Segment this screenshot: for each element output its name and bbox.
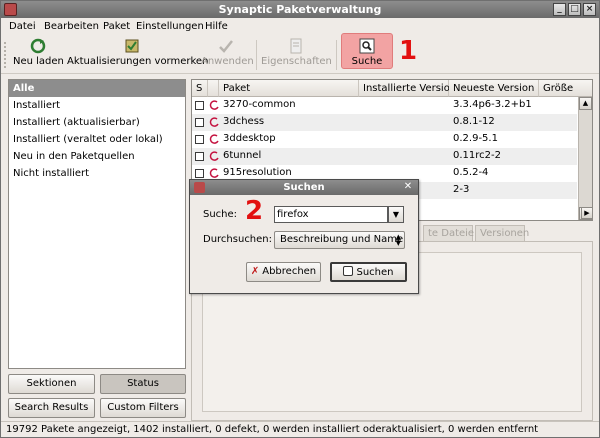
menu-bar: Datei Bearbeiten Paket Einstellungen Hil… — [1, 18, 599, 36]
package-checkbox[interactable] — [195, 135, 204, 144]
package-checkbox[interactable] — [195, 152, 204, 161]
reload-icon — [30, 38, 46, 54]
debian-swirl-icon — [209, 100, 219, 110]
table-row[interactable]: 3270-common 3.3.4p6-3.2+b1 — [192, 97, 577, 114]
package-checkbox[interactable] — [195, 101, 204, 110]
filter-item-aktualisierbar[interactable]: Installiert (aktualisierbar) — [9, 114, 185, 131]
scope-label: Durchsuchen: — [203, 234, 273, 245]
table-row[interactable]: 3dchess 0.8.1-12 — [192, 114, 577, 131]
scroll-right-arrow-icon[interactable]: ▶ — [581, 207, 593, 219]
filter-item-nicht-installiert[interactable]: Nicht installiert — [9, 165, 185, 182]
package-name: 3dchess — [223, 116, 265, 127]
annotation-number-2: 2 — [245, 196, 264, 226]
package-latest-version: 0.8.1-12 — [453, 116, 495, 127]
minimize-button[interactable]: _ — [553, 3, 566, 16]
package-checkbox[interactable] — [195, 118, 204, 127]
table-row[interactable]: 6tunnel 0.11rc2-2 — [192, 148, 577, 165]
vertical-scrollbar[interactable]: ▲ ▼ — [578, 97, 592, 220]
cancel-icon: ✗ — [250, 266, 260, 277]
search-icon — [343, 266, 354, 276]
custom-filters-button[interactable]: Custom Filters — [100, 398, 186, 418]
debian-swirl-icon — [209, 168, 219, 178]
column-header-blank — [208, 80, 219, 97]
dialog-close-icon[interactable]: ✕ — [402, 181, 414, 193]
status-button[interactable]: Status — [100, 374, 186, 394]
debian-swirl-icon — [209, 117, 219, 127]
column-header-latest[interactable]: Neueste Version — [449, 80, 539, 97]
column-header-installed[interactable]: Installierte Version — [359, 80, 456, 97]
search-history-dropdown[interactable]: ▼ — [388, 206, 404, 223]
tab-installed-files[interactable]: te Dateien — [423, 225, 480, 241]
toolbar-separator — [256, 40, 257, 70]
package-latest-version: 0.2.9-5.1 — [453, 133, 498, 144]
dialog-title: Suchen — [283, 182, 325, 193]
annotation-number-1: 1 — [399, 36, 418, 66]
column-header-package[interactable]: Paket — [219, 80, 359, 97]
dialog-title-bar: Suchen ✕ — [190, 180, 418, 195]
package-latest-version: 2-3 — [453, 184, 470, 195]
checkmark-icon — [219, 40, 233, 53]
tab-versions[interactable]: Versionen — [475, 225, 529, 241]
column-header-status[interactable]: S — [192, 80, 208, 97]
synaptic-window: Synaptic Paketverwaltung _ □ × Datei Bea… — [0, 0, 600, 438]
search-toolbar-button[interactable]: Suche — [341, 33, 393, 69]
filter-item-installiert[interactable]: Installiert — [9, 97, 185, 114]
package-name: 915resolution — [223, 167, 292, 178]
package-latest-version: 0.5.2-4 — [453, 167, 489, 178]
toolbar-handle[interactable] — [4, 42, 8, 68]
table-row[interactable]: 3ddesktop 0.2.9-5.1 — [192, 131, 577, 148]
filter-item-alle[interactable]: Alle — [9, 80, 185, 97]
mark-upgrades-button[interactable]: Aktualisierungen vormerken — [67, 38, 208, 72]
reload-button[interactable]: Neu laden — [13, 38, 64, 72]
filter-list: Alle Installiert Installiert (aktualisie… — [8, 79, 186, 369]
menu-einstellungen[interactable]: Einstellungen — [136, 21, 204, 32]
sections-button[interactable]: Sektionen — [8, 374, 95, 394]
dialog-app-icon — [194, 182, 205, 193]
filter-item-veraltet[interactable]: Installiert (veraltet oder lokal) — [9, 131, 185, 148]
column-header-size[interactable]: Größe — [539, 80, 592, 97]
scope-value: Beschreibung und Name — [280, 234, 404, 245]
mark-upgrades-icon — [125, 39, 139, 53]
updown-arrows-icon: ▲ ▼ — [395, 233, 401, 247]
scroll-up-arrow-icon[interactable]: ▲ — [579, 97, 592, 110]
maximize-button[interactable]: □ — [568, 3, 581, 16]
debian-swirl-icon — [209, 134, 219, 144]
filter-item-neu[interactable]: Neu in den Paketquellen — [9, 148, 185, 165]
toolbar-separator — [336, 40, 337, 70]
search-results-button[interactable]: Search Results — [8, 398, 95, 418]
menu-paket[interactable]: Paket — [103, 21, 130, 32]
window-title: Synaptic Paketverwaltung — [218, 3, 382, 16]
search-label: Suche: — [203, 209, 238, 220]
toolbar: Neu laden Aktualisierungen vormerken Anw… — [1, 33, 599, 74]
debian-swirl-icon — [209, 151, 219, 161]
search-dialog: Suchen ✕ Suche: 2 ▼ Durchsuchen: Beschre… — [189, 179, 419, 294]
menu-datei[interactable]: Datei — [9, 21, 36, 32]
menu-bearbeiten[interactable]: Bearbeiten — [44, 21, 99, 32]
status-bar: 19792 Pakete angezeigt, 1402 installiert… — [1, 421, 599, 438]
package-latest-version: 3.3.4p6-3.2+b1 — [453, 99, 532, 110]
menu-hilfe[interactable]: Hilfe — [205, 21, 228, 32]
apply-button[interactable]: Anwenden — [201, 38, 254, 72]
package-latest-version: 0.11rc2-2 — [453, 150, 501, 161]
properties-button[interactable]: Eigenschaften — [261, 38, 332, 72]
package-name: 3ddesktop — [223, 133, 276, 144]
title-bar: Synaptic Paketverwaltung _ □ × — [1, 1, 599, 18]
package-name: 6tunnel — [223, 150, 262, 161]
package-name: 3270-common — [223, 99, 296, 110]
close-button[interactable]: × — [583, 3, 596, 16]
search-icon — [359, 38, 375, 54]
cancel-button[interactable]: ✗ Abbrechen — [246, 262, 321, 282]
search-input[interactable] — [274, 206, 388, 223]
search-dialog-button[interactable]: Suchen — [330, 262, 407, 282]
properties-icon — [290, 38, 302, 54]
scope-select[interactable]: Beschreibung und Name ▲ ▼ — [274, 231, 405, 249]
package-checkbox[interactable] — [195, 169, 204, 178]
